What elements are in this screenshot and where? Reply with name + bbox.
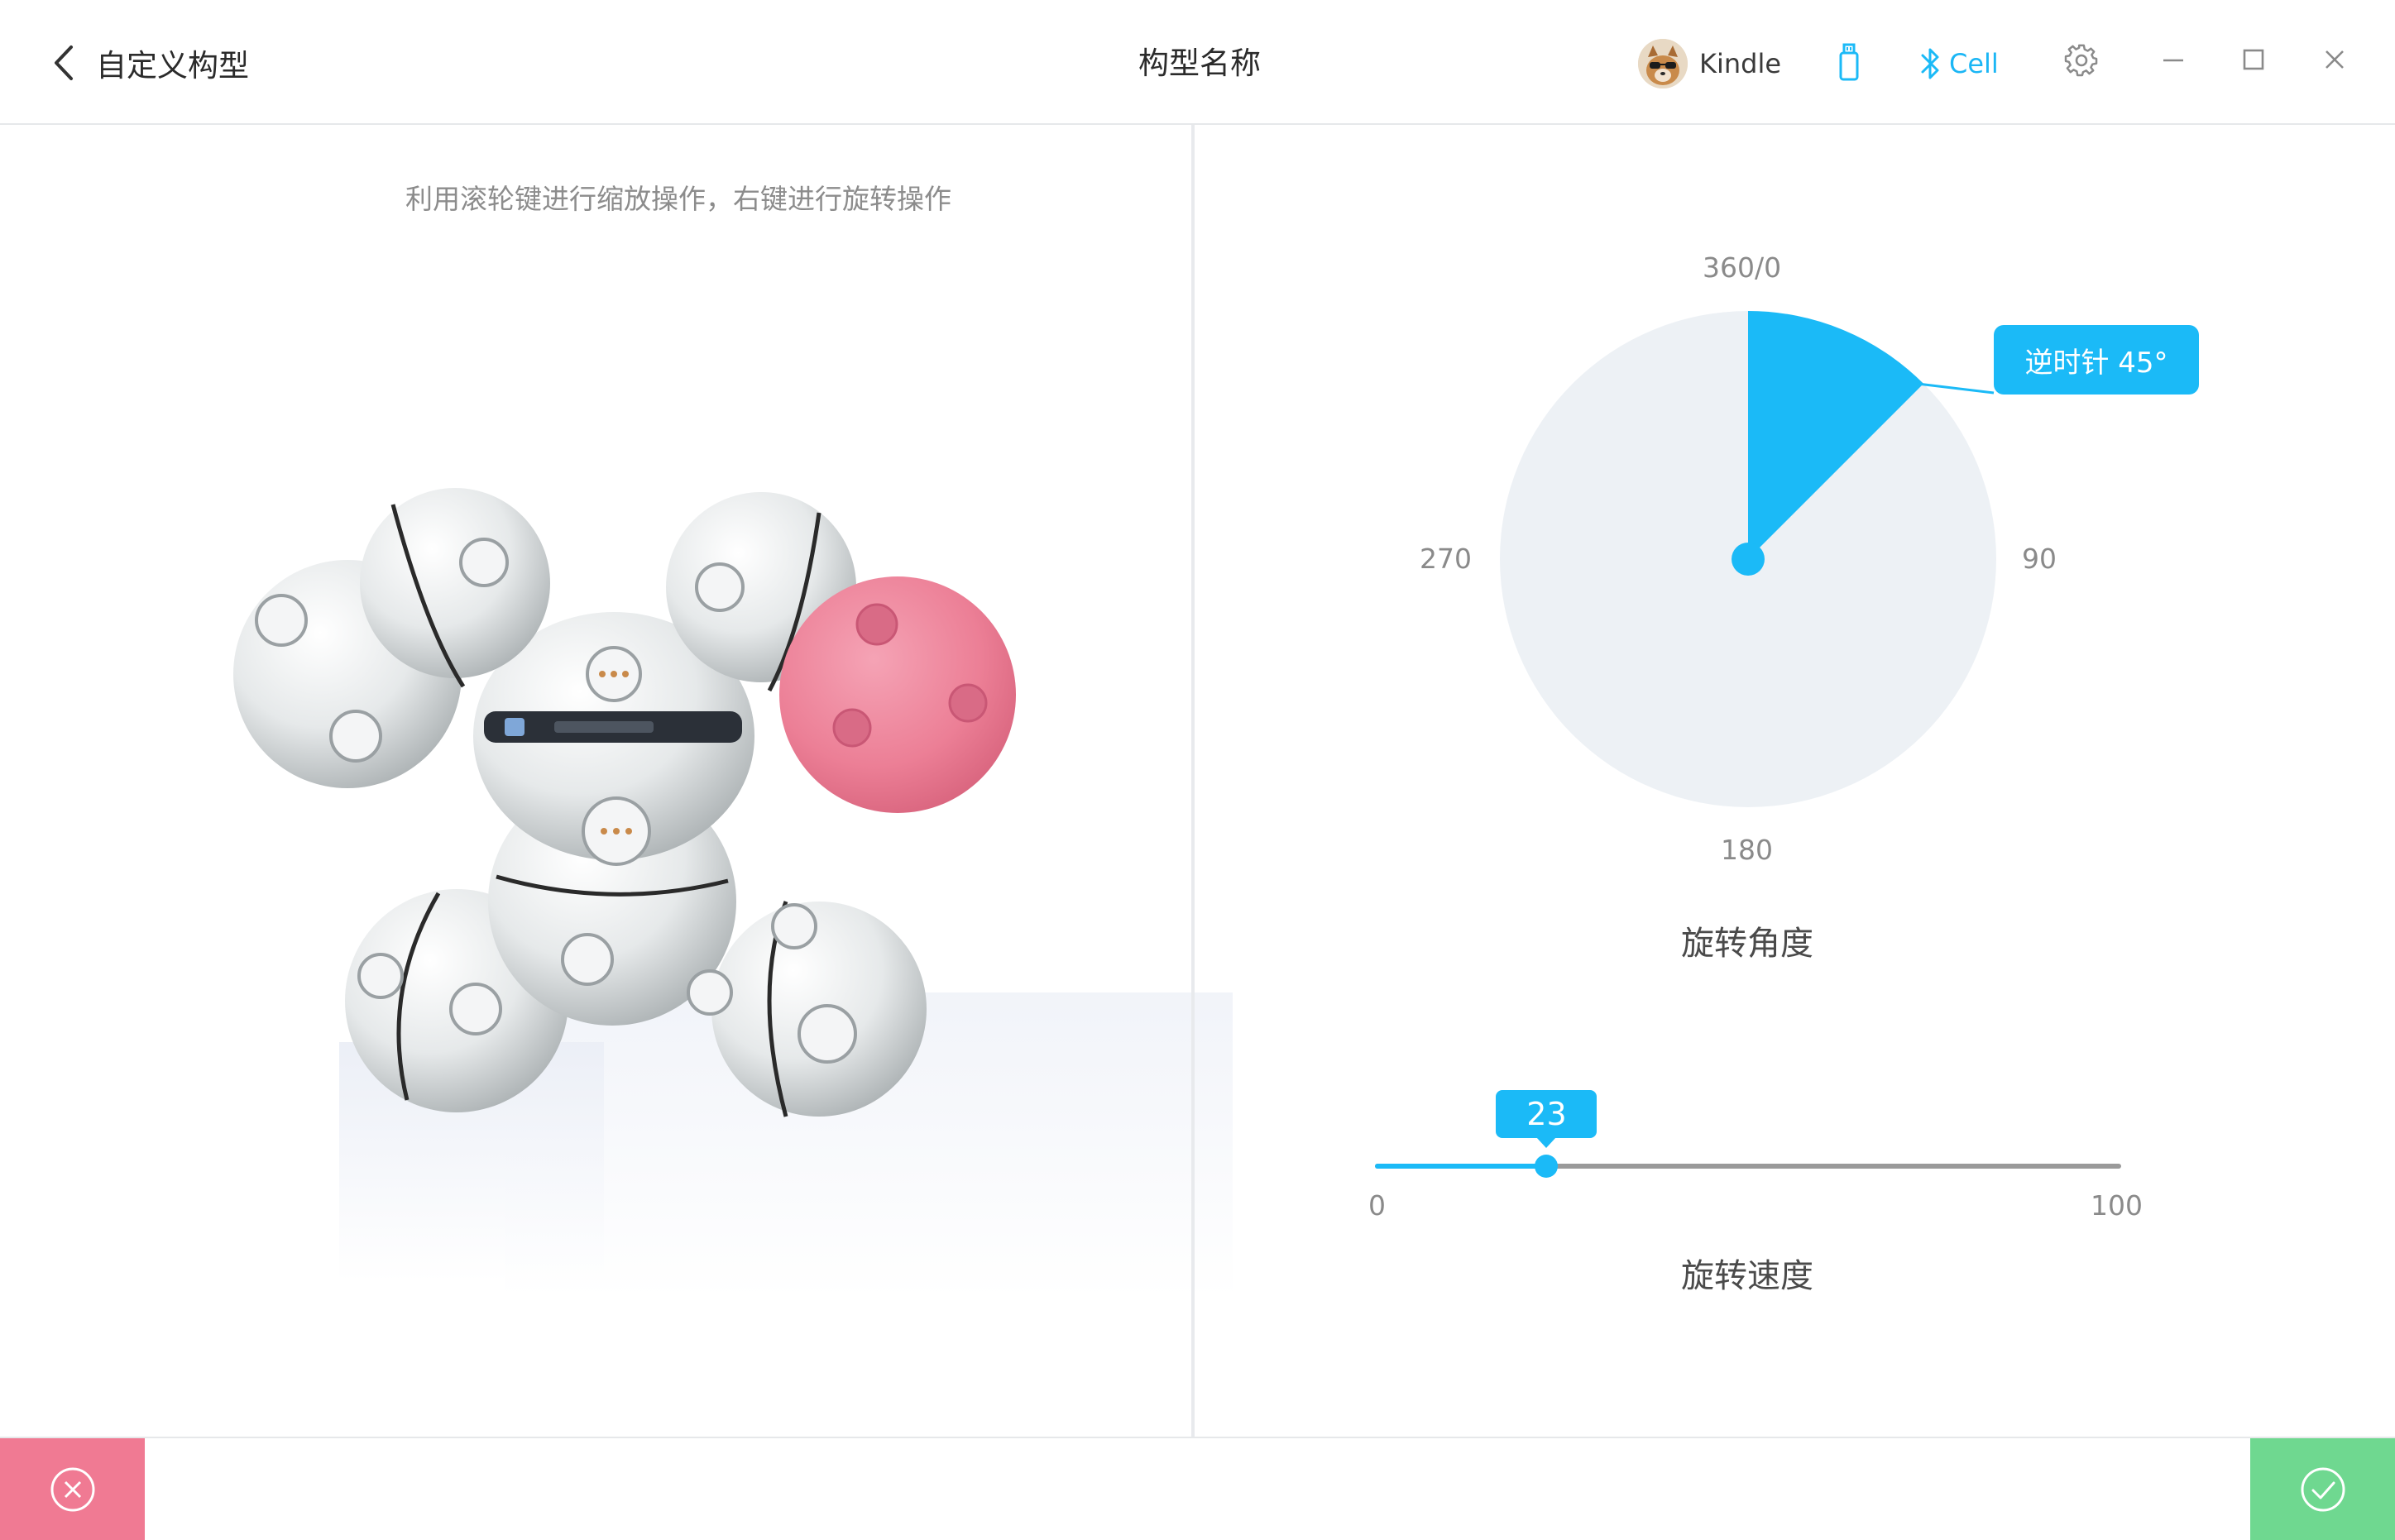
bluetooth-icon xyxy=(1921,48,1939,79)
slider-thumb[interactable] xyxy=(1535,1155,1559,1178)
usb-icon[interactable] xyxy=(1835,41,1863,83)
model-viewport[interactable] xyxy=(190,463,1233,1307)
close-icon xyxy=(2326,50,2344,69)
bluetooth-connection[interactable]: Cell xyxy=(1918,41,1999,86)
cancel-circle-icon xyxy=(50,1467,94,1511)
cancel-button[interactable] xyxy=(0,1438,145,1540)
user-account[interactable]: Kindle xyxy=(1638,36,1781,91)
confirm-button[interactable] xyxy=(2250,1438,2395,1540)
slider-max-label: 100 xyxy=(2091,1189,2143,1222)
user-name: Kindle xyxy=(1699,48,1782,79)
rotation-dial[interactable] xyxy=(1473,281,2052,877)
gear-icon xyxy=(2064,44,2098,77)
chevron-left-icon xyxy=(55,45,73,80)
settings-button[interactable] xyxy=(2057,35,2106,84)
bluetooth-label: Cell xyxy=(1949,48,1999,79)
dial-label-bottom: 180 xyxy=(1721,834,1773,866)
rotation-speed-title: 旋转速度 xyxy=(1681,1257,1813,1295)
title-bar: 自定义构型 构型名称 Kindle Cell xyxy=(0,0,2395,125)
dial-label-right: 90 xyxy=(2022,543,2057,575)
maximize-icon xyxy=(2243,49,2264,70)
avatar xyxy=(1638,39,1688,88)
pane-divider xyxy=(1191,125,1195,1437)
bottom-action-bar xyxy=(0,1437,2395,1540)
slider-value-bubble: 23 xyxy=(1496,1090,1597,1148)
minimize-button[interactable] xyxy=(2148,35,2197,84)
zoom-rotate-hint: 利用滚轮键进行缩放操作，右键进行旋转操作 xyxy=(405,183,951,215)
minimize-icon xyxy=(2163,59,2183,62)
check-circle-icon xyxy=(2301,1467,2345,1511)
page-title: 构型名称 xyxy=(1138,45,1261,81)
slider-fill xyxy=(1375,1164,1547,1169)
dial-label-top: 360/0 xyxy=(1703,251,1782,284)
slider-min-label: 0 xyxy=(1368,1189,1386,1222)
dial-center-handle[interactable] xyxy=(1732,543,1765,576)
back-button[interactable]: 自定义构型 xyxy=(43,33,249,93)
back-label: 自定义构型 xyxy=(96,48,249,84)
dial-label-left: 270 xyxy=(1420,543,1472,575)
angle-tooltip: 逆时针 45° xyxy=(1994,325,2199,395)
close-window-button[interactable] xyxy=(2310,35,2359,84)
maximize-button[interactable] xyxy=(2229,35,2278,84)
rotation-speed-slider[interactable]: 23 0 100 xyxy=(1365,1083,2143,1222)
rotation-angle-title: 旋转角度 xyxy=(1681,925,1813,963)
